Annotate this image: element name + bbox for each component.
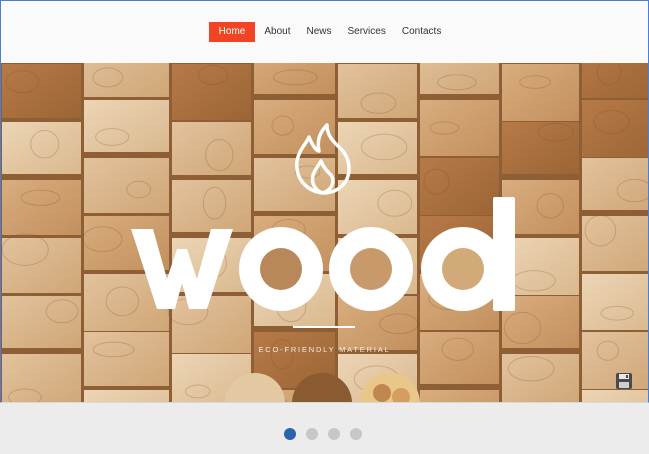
slider-dot-3[interactable]: [328, 428, 340, 440]
nav-about[interactable]: About: [257, 22, 297, 42]
slider-dot-1[interactable]: [284, 428, 296, 440]
nav-services[interactable]: Services: [341, 22, 393, 42]
browser-frame: Home About News Services Contacts ECO-FR…: [0, 0, 649, 403]
thumbnail-3-log: [373, 384, 391, 402]
nav-home[interactable]: Home: [208, 22, 256, 42]
nav-contacts[interactable]: Contacts: [395, 22, 448, 42]
hero-slider: ECO-FRIENDLY MATERIAL: [1, 63, 648, 403]
floppy-disk-icon[interactable]: [615, 372, 633, 390]
thumbnail-strip: [225, 373, 420, 403]
top-navigation: Home About News Services Contacts: [1, 1, 648, 63]
thumbnail-2[interactable]: [292, 373, 352, 403]
slider-pagination: [284, 428, 362, 440]
slider-dot-4[interactable]: [350, 428, 362, 440]
slider-dot-2[interactable]: [306, 428, 318, 440]
nav-news[interactable]: News: [299, 22, 338, 42]
thumbnail-3[interactable]: [360, 373, 420, 403]
thumbnail-1[interactable]: [225, 373, 285, 403]
